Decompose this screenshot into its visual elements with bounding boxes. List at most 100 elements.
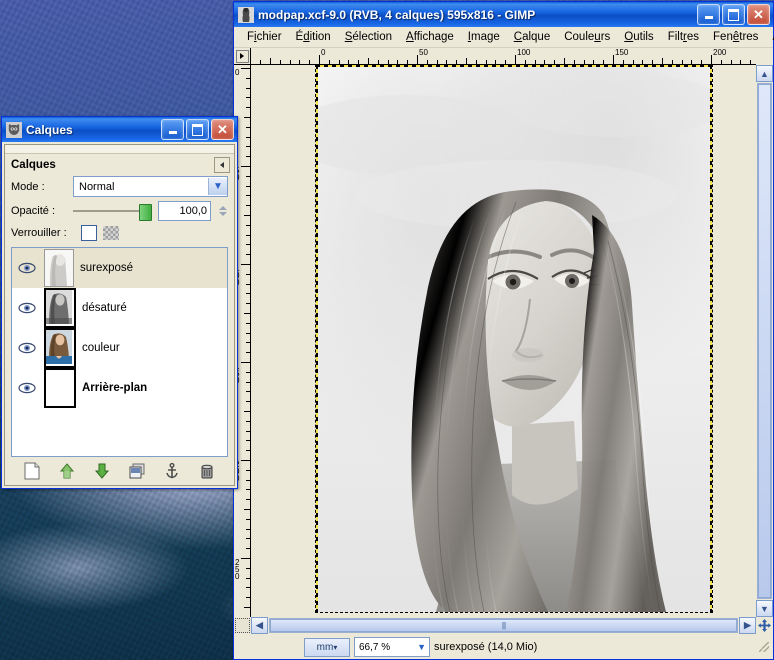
horizontal-scroll-track[interactable]: |||| [269, 618, 738, 633]
vertical-scrollbar[interactable]: ▲ ▼ [756, 65, 773, 617]
layer-name: couleur [82, 342, 120, 354]
menu-affichage[interactable]: Affichage [399, 29, 461, 45]
canvas-viewport[interactable] [251, 65, 756, 617]
gimp-app-icon [238, 6, 254, 23]
vertical-scroll-track[interactable] [757, 83, 772, 599]
raise-layer-icon[interactable] [57, 461, 77, 481]
image-canvas[interactable] [315, 65, 713, 613]
gimp-titlebar[interactable]: modpap.xcf-9.0 (RVB, 4 calques) 595x816 … [234, 2, 773, 27]
layer-row-surexpose[interactable]: surexposé [12, 248, 227, 288]
layers-titlebar[interactable]: Calques ✕ [2, 117, 237, 142]
unit-selector[interactable]: mm ▾ [304, 637, 350, 657]
resize-grip[interactable] [759, 642, 769, 652]
zoom-value: 66,7 % [359, 641, 391, 653]
scroll-right-arrow[interactable]: ▶ [739, 617, 756, 634]
layer-name: désaturé [82, 302, 127, 314]
gimp-close-button[interactable]: ✕ [747, 4, 770, 25]
menu-fenetres[interactable]: Fenêtres [706, 29, 765, 45]
chevron-down-icon: ▼ [208, 178, 227, 195]
navigation-preview-button[interactable] [756, 617, 773, 634]
ruler-label-h: 200 [713, 48, 727, 57]
gimp-main-window: modpap.xcf-9.0 (RVB, 4 calques) 595x816 … [233, 1, 774, 660]
scroll-down-arrow[interactable]: ▼ [756, 600, 773, 617]
ruler-corner-menu-button[interactable] [234, 48, 251, 65]
layer-visibility-icon[interactable] [16, 262, 38, 274]
ruler-label-h: 50 [419, 48, 428, 57]
layers-maximize-button[interactable] [186, 119, 209, 140]
duplicate-layer-icon[interactable] [127, 461, 147, 481]
layers-panel-title: Calques [11, 159, 56, 171]
layer-row-desature[interactable]: désaturé [12, 288, 227, 328]
panel-menu-button[interactable] [214, 157, 230, 173]
gimp-maximize-button[interactable] [722, 4, 745, 25]
menu-image[interactable]: Image [461, 29, 507, 45]
stepper-up-icon[interactable] [218, 206, 227, 210]
zoom-selector[interactable]: 66,7 % ▼ [354, 637, 430, 657]
quickmask-icon [235, 618, 250, 633]
move-cross-icon [758, 619, 771, 632]
layer-visibility-icon[interactable] [16, 302, 38, 314]
layers-dialog-window: Calques ✕ Calques Mode : Normal ▼ Opacit… [1, 116, 238, 489]
lock-pixels-checkbox[interactable] [81, 225, 97, 241]
layers-window-buttons: ✕ [161, 119, 237, 140]
scroll-up-arrow[interactable]: ▲ [756, 65, 773, 82]
horizontal-scrollbar[interactable]: ◀ |||| ▶ [251, 617, 756, 634]
screen: modpap.xcf-9.0 (RVB, 4 calques) 595x816 … [0, 0, 774, 660]
layer-name: Arrière-plan [82, 382, 148, 394]
menu-calque[interactable]: Calque [507, 29, 557, 45]
ruler-label-h: 150 [615, 48, 629, 57]
menu-aide[interactable]: Aide [765, 29, 774, 45]
layers-title-text: Calques [26, 122, 73, 137]
gimp-minimize-button[interactable] [697, 4, 720, 25]
menu-selection[interactable]: Sélection [338, 29, 399, 45]
new-layer-icon[interactable] [22, 461, 42, 481]
ruler-label-h: 100 [517, 48, 531, 57]
horizontal-ruler[interactable]: 0 50 100 150 200 [251, 48, 756, 65]
layer-row-arriere-plan[interactable]: Arrière-plan [12, 368, 227, 408]
layer-visibility-icon[interactable] [16, 382, 38, 394]
quickmask-toggle[interactable] [234, 617, 251, 634]
lock-row: Verrouiller : [5, 223, 234, 243]
menu-edition[interactable]: Édition [289, 29, 338, 45]
chevron-down-icon: ▼ [417, 642, 426, 652]
mode-label: Mode : [11, 180, 45, 193]
opacity-slider-knob[interactable] [139, 204, 152, 221]
mode-value: Normal [79, 180, 115, 193]
anchor-layer-icon[interactable] [162, 461, 182, 481]
status-message: surexposé (14,0 Mio) [434, 641, 538, 653]
opacity-value-field[interactable]: 100,0 [158, 201, 211, 221]
opacity-stepper[interactable] [217, 206, 228, 216]
vertical-scroll-thumb[interactable] [758, 84, 771, 598]
opacity-slider[interactable] [73, 203, 152, 221]
menu-outils[interactable]: Outils [617, 29, 660, 45]
layer-row-couleur[interactable]: couleur [12, 328, 227, 368]
lock-alpha-icon[interactable] [103, 226, 119, 240]
image-menu-icon [235, 49, 249, 63]
layers-toolbar [5, 457, 234, 485]
layer-list[interactable]: surexposé désaturé couleur Arrière-plan [11, 247, 228, 457]
layer-visibility-icon[interactable] [16, 342, 38, 354]
portrait-photo [316, 65, 712, 612]
mode-dropdown[interactable]: Normal ▼ [73, 176, 228, 197]
gimp-statusbar: mm ▾ 66,7 % ▼ surexposé (14,0 Mio) [234, 634, 773, 659]
layer-thumbnail [44, 328, 76, 368]
delete-layer-icon[interactable] [197, 461, 217, 481]
menu-filtres[interactable]: Filtres [661, 29, 706, 45]
ruler-corner-top-right [756, 48, 773, 65]
gimp-canvas-region: 0 50 100 150 200 0 50 100 150 200 250 [234, 48, 773, 659]
gimp-window-buttons: ✕ [697, 4, 773, 25]
lock-label: Verrouiller : [11, 227, 67, 239]
menu-fichier[interactable]: Fichier [240, 29, 289, 45]
layer-thumbnail [44, 249, 74, 287]
lower-layer-icon[interactable] [92, 461, 112, 481]
dialog-tab-strip[interactable] [5, 145, 234, 154]
menu-couleurs[interactable]: Couleurs [557, 29, 617, 45]
horizontal-scroll-thumb[interactable]: |||| [270, 619, 737, 632]
ruler-label-v: 250 [235, 558, 240, 581]
layers-close-button[interactable]: ✕ [211, 119, 234, 140]
layers-minimize-button[interactable] [161, 119, 184, 140]
scroll-left-arrow[interactable]: ◀ [251, 617, 268, 634]
layers-dialog-icon [6, 121, 22, 138]
stepper-down-icon[interactable] [218, 212, 227, 216]
ruler-label-v: 0 [235, 68, 240, 77]
